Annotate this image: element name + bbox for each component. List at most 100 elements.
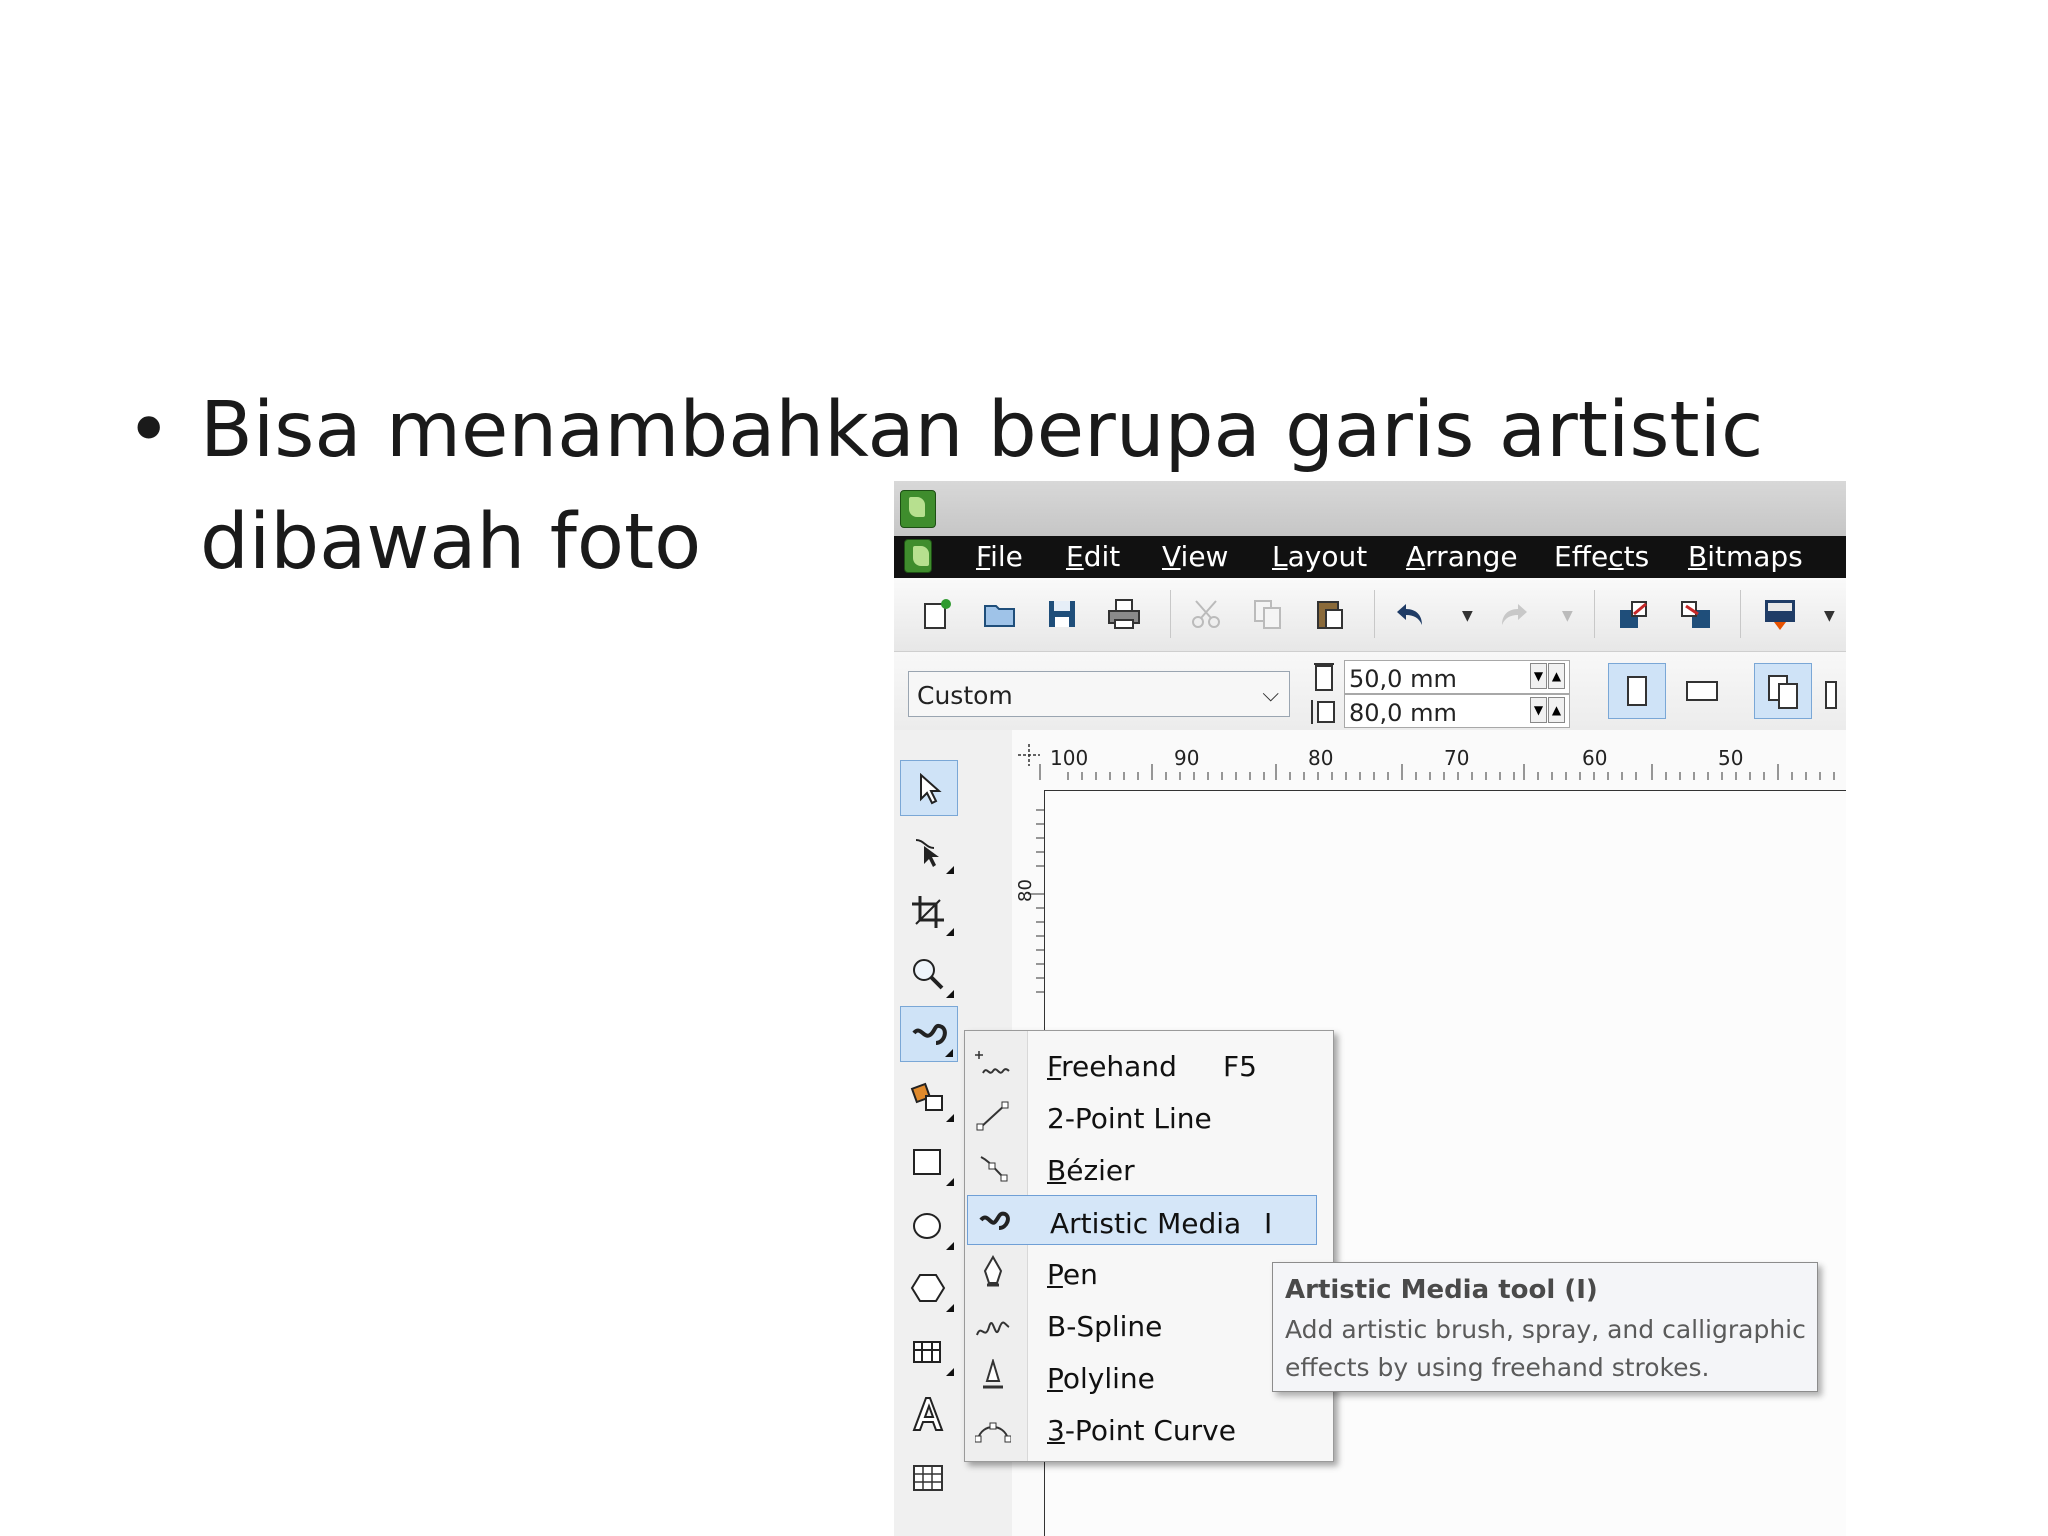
flyout-item-label: 2-Point Line [1047,1102,1212,1135]
zoom-tool[interactable] [900,946,958,1002]
toolbar-separator [1374,590,1375,638]
redo-icon[interactable] [1494,596,1530,632]
tooltip-title: Artistic Media tool (I) [1285,1275,1598,1305]
property-bar: Custom ⌵ 50,0 mm ▼ ▲ 80,0 mm ▼ ▲ [894,652,1846,731]
shape-tool-icon [915,839,939,867]
ellipse-tool[interactable] [900,1198,958,1254]
new-document-icon[interactable] [918,596,954,632]
coreldraw-screenshot: File Edit View Layout Arrange Effects Bi… [894,481,1846,1536]
horizontal-ruler[interactable]: 100 90 80 70 60 50 [1012,730,1846,791]
ruler-label: 100 [1050,746,1089,770]
flyout-indicator-icon [945,1049,953,1057]
flyout-indicator-icon [946,990,954,998]
open-folder-icon[interactable] [982,596,1018,632]
ruler-label: 80 [1308,746,1334,770]
table-tool-icon [913,1465,943,1491]
ruler-label: 50 [1718,746,1744,770]
text-tool-icon [912,1397,944,1431]
flyout-item-3-point-curve[interactable]: 3-Point Curve [965,1403,1315,1453]
ruler-label: 60 [1582,746,1608,770]
menu-effects[interactable]: Effects [1554,543,1649,571]
height-spinner[interactable]: ▼ ▲ [1529,697,1567,725]
flyout-indicator-icon [946,1368,954,1376]
flyout-indicator-icon [946,1304,954,1312]
paste-icon[interactable] [1312,596,1348,632]
toolbar-separator [1740,590,1741,638]
crop-tool[interactable] [900,884,958,940]
flyout-item-bezier[interactable]: Bézier [965,1143,1315,1193]
bullet-point: • Bisa menambahkan berupa garis artistic [120,375,1820,487]
menu-file[interactable]: File [976,543,1023,571]
smart-fill-tool[interactable] [900,1070,958,1126]
application-launcher-icon[interactable] [1762,596,1798,632]
flyout-item-label: Pen [1047,1258,1098,1291]
portrait-orientation-button[interactable] [1608,663,1666,719]
window-titlebar [894,481,1846,536]
basic-shapes-tool[interactable] [900,1324,958,1380]
page-height-field[interactable]: 80,0 mm ▼ ▲ [1344,694,1570,728]
undo-icon[interactable] [1394,596,1430,632]
curve-tools-flyout: Freehand F5 2-Point Line Bézier Artistic… [964,1030,1334,1462]
menu-bitmaps[interactable]: Bitmaps [1688,543,1803,571]
redo-dropdown-icon[interactable]: ▼ [1562,608,1573,624]
page-height-icon [1311,700,1335,724]
ruler-origin-icon[interactable] [1016,742,1042,768]
flyout-item-label: Freehand [1047,1050,1177,1083]
menu-bar: File Edit View Layout Arrange Effects Bi… [894,536,1846,578]
page-preset-select[interactable]: Custom ⌵ [908,671,1290,717]
smart-fill-tool-icon [910,1082,943,1111]
3-point-curve-icon [975,1422,1011,1443]
pick-tool[interactable] [900,760,958,816]
menu-layout[interactable]: Layout [1272,543,1367,571]
all-pages-button[interactable] [1754,663,1812,719]
toolbar-separator [1170,590,1171,638]
save-icon[interactable] [1044,596,1080,632]
launcher-dropdown-icon[interactable]: ▼ [1824,608,1835,624]
page-height-value: 80,0 mm [1349,699,1457,727]
rectangle-tool[interactable] [900,1134,958,1190]
pen-icon [983,1255,1003,1287]
landscape-orientation-button[interactable] [1674,663,1732,719]
width-spinner[interactable]: ▼ ▲ [1529,663,1567,691]
table-dimension-tool-icon [913,1341,941,1363]
polygon-tool-icon [910,1274,946,1302]
shape-tool[interactable] [900,822,958,878]
undo-dropdown-icon[interactable]: ▼ [1462,608,1473,624]
document-icon[interactable] [904,539,932,573]
export-icon[interactable] [1678,596,1714,632]
curve-tool[interactable] [900,1006,958,1062]
b-spline-icon [976,1321,1010,1336]
standard-toolbar: ▼ ▼ ▼ [894,578,1846,652]
flyout-item-pen[interactable]: Pen [965,1247,1315,1297]
portrait-icon [1627,676,1647,706]
flyout-indicator-icon [946,1242,954,1250]
menu-arrange[interactable]: Arrange [1406,543,1518,571]
current-page-icon[interactable] [1824,680,1846,712]
artistic-media-icon [979,1211,1010,1230]
flyout-item-2-point-line[interactable]: 2-Point Line [965,1091,1315,1141]
ruler-label: 90 [1174,746,1200,770]
print-icon[interactable] [1106,596,1142,632]
artistic-media-tool-icon [912,1024,947,1045]
ellipse-tool-icon [913,1213,941,1239]
polygon-tool[interactable] [900,1260,958,1316]
text-tool[interactable] [900,1386,958,1442]
cut-icon[interactable] [1188,596,1224,632]
crop-tool-icon [912,896,944,928]
landscape-icon [1686,681,1718,701]
import-icon[interactable] [1616,596,1652,632]
menu-edit[interactable]: Edit [1066,543,1120,571]
copy-icon[interactable] [1250,596,1286,632]
flyout-indicator-icon [946,928,954,936]
table-tool[interactable] [900,1450,958,1506]
rectangle-tool-icon [913,1149,941,1175]
all-pages-icon [1768,675,1798,709]
chevron-down-icon: ⌵ [1262,682,1279,707]
menu-view[interactable]: View [1162,543,1228,571]
flyout-item-polyline[interactable]: Polyline [965,1351,1315,1401]
page-width-field[interactable]: 50,0 mm ▼ ▲ [1344,660,1570,694]
flyout-item-artistic-media[interactable]: Artistic Media I [967,1195,1317,1245]
zoom-tool-icon [913,959,944,990]
flyout-item-freehand[interactable]: Freehand F5 [965,1039,1315,1089]
flyout-item-b-spline[interactable]: B-Spline [965,1299,1315,1349]
